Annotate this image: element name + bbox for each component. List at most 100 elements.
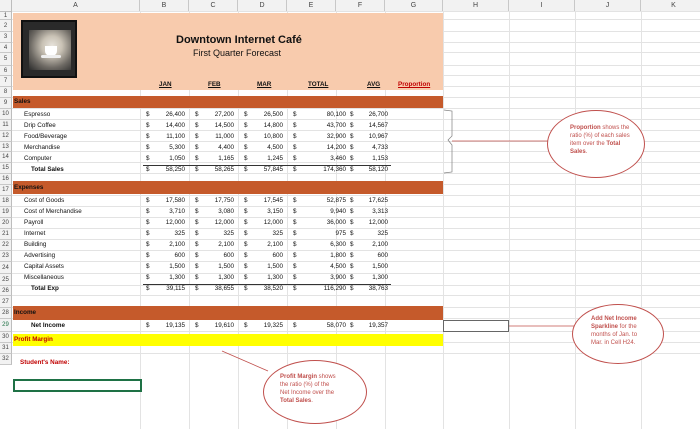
- value-cell-total[interactable]: 116,290: [324, 285, 346, 292]
- value-cell-total[interactable]: 43,700: [327, 122, 346, 129]
- value-cell-mar[interactable]: 325: [272, 230, 283, 237]
- row-header[interactable]: 13: [0, 142, 12, 152]
- value-cell-mar[interactable]: 1,245: [267, 155, 283, 162]
- value-cell-avg[interactable]: 1,300: [372, 274, 388, 281]
- value-cell-avg[interactable]: 19,357: [369, 322, 388, 329]
- row-header[interactable]: 11: [0, 120, 12, 131]
- value-cell-feb[interactable]: 12,000: [215, 219, 234, 226]
- value-cell-feb[interactable]: 14,500: [215, 122, 234, 129]
- row-header[interactable]: 24: [0, 262, 12, 274]
- value-cell-jan[interactable]: 58,250: [166, 166, 185, 173]
- row-header[interactable]: 29: [0, 319, 12, 332]
- cell-h24[interactable]: [443, 320, 509, 332]
- value-cell-avg[interactable]: 3,313: [372, 208, 388, 215]
- value-cell-feb[interactable]: 2,100: [218, 241, 234, 248]
- value-cell-avg[interactable]: 1,153: [372, 155, 388, 162]
- row-header[interactable]: 6: [0, 66, 12, 76]
- active-cell-a29[interactable]: [13, 379, 142, 392]
- row-header[interactable]: 22: [0, 240, 12, 251]
- row-header[interactable]: 12: [0, 131, 12, 142]
- row-header[interactable]: 5: [0, 53, 12, 66]
- value-cell-avg[interactable]: 58,120: [369, 166, 388, 173]
- value-cell-mar[interactable]: 17,545: [264, 197, 283, 204]
- value-cell-avg[interactable]: 17,625: [369, 197, 388, 204]
- value-cell-jan[interactable]: 5,300: [169, 144, 185, 151]
- value-cell-total[interactable]: 32,900: [327, 133, 346, 140]
- value-cell-total[interactable]: 36,000: [327, 219, 346, 226]
- row-header[interactable]: 9: [0, 98, 12, 109]
- value-cell-total[interactable]: 4,500: [330, 263, 346, 270]
- row-header[interactable]: 18: [0, 196, 12, 207]
- value-cell-mar[interactable]: 38,520: [264, 285, 283, 292]
- value-cell-total[interactable]: 6,300: [330, 241, 346, 248]
- value-cell-avg[interactable]: 10,967: [369, 133, 388, 140]
- value-cell-feb[interactable]: 600: [223, 252, 234, 259]
- row-header[interactable]: 25: [0, 274, 12, 286]
- value-cell-total[interactable]: 58,070: [327, 322, 346, 329]
- value-cell-jan[interactable]: 26,400: [166, 111, 185, 118]
- value-cell-jan[interactable]: 11,100: [166, 133, 185, 140]
- value-cell-total[interactable]: 80,100: [327, 111, 346, 118]
- value-cell-avg[interactable]: 2,100: [372, 241, 388, 248]
- row-header[interactable]: 20: [0, 218, 12, 229]
- value-cell-mar[interactable]: 26,500: [264, 111, 283, 118]
- value-cell-jan[interactable]: 14,400: [166, 122, 185, 129]
- value-cell-jan[interactable]: 3,710: [169, 208, 185, 215]
- value-cell-mar[interactable]: 1,300: [267, 274, 283, 281]
- value-cell-feb[interactable]: 1,500: [218, 263, 234, 270]
- value-cell-jan[interactable]: 325: [174, 230, 185, 237]
- row-header[interactable]: 4: [0, 43, 12, 53]
- value-cell-jan[interactable]: 12,000: [166, 219, 185, 226]
- value-cell-mar[interactable]: 1,500: [267, 263, 283, 270]
- value-cell-feb[interactable]: 58,265: [215, 166, 234, 173]
- value-cell-jan[interactable]: 39,115: [166, 285, 185, 292]
- row-header[interactable]: 23: [0, 251, 12, 262]
- row-header[interactable]: 7: [0, 76, 12, 87]
- value-cell-mar[interactable]: 19,325: [264, 322, 283, 329]
- value-cell-avg[interactable]: 4,733: [372, 144, 388, 151]
- value-cell-feb[interactable]: 27,200: [215, 111, 234, 118]
- value-cell-jan[interactable]: 1,300: [169, 274, 185, 281]
- value-cell-avg[interactable]: 12,000: [369, 219, 388, 226]
- value-cell-total[interactable]: 52,875: [327, 197, 346, 204]
- value-cell-mar[interactable]: 10,800: [264, 133, 283, 140]
- value-cell-feb[interactable]: 4,400: [218, 144, 234, 151]
- value-cell-total[interactable]: 3,460: [330, 155, 346, 162]
- row-header[interactable]: 3: [0, 32, 12, 43]
- value-cell-jan[interactable]: 600: [174, 252, 185, 259]
- row-header[interactable]: 17: [0, 185, 12, 196]
- value-cell-jan[interactable]: 19,135: [166, 322, 185, 329]
- value-cell-mar[interactable]: 4,500: [267, 144, 283, 151]
- value-cell-total[interactable]: 3,900: [330, 274, 346, 281]
- value-cell-total[interactable]: 975: [335, 230, 346, 237]
- value-cell-jan[interactable]: 2,100: [169, 241, 185, 248]
- value-cell-avg[interactable]: 14,567: [369, 122, 388, 129]
- value-cell-feb[interactable]: 19,610: [215, 322, 234, 329]
- value-cell-feb[interactable]: 11,000: [215, 133, 234, 140]
- value-cell-total[interactable]: 9,940: [330, 208, 346, 215]
- select-all-corner[interactable]: [0, 0, 12, 12]
- row-header[interactable]: 16: [0, 174, 12, 185]
- value-cell-mar[interactable]: 3,150: [267, 208, 283, 215]
- row-header[interactable]: 14: [0, 152, 12, 163]
- value-cell-total[interactable]: 1,800: [330, 252, 346, 259]
- row-header[interactable]: 30: [0, 332, 12, 343]
- value-cell-feb[interactable]: 1,165: [218, 155, 234, 162]
- value-cell-avg[interactable]: 325: [377, 230, 388, 237]
- value-cell-mar[interactable]: 12,000: [264, 219, 283, 226]
- value-cell-avg[interactable]: 38,763: [369, 285, 388, 292]
- value-cell-avg[interactable]: 1,500: [372, 263, 388, 270]
- row-header[interactable]: 8: [0, 87, 12, 98]
- value-cell-feb[interactable]: 17,750: [215, 197, 234, 204]
- row-header[interactable]: 15: [0, 163, 12, 174]
- value-cell-mar[interactable]: 14,800: [264, 122, 283, 129]
- row-header[interactable]: 1: [0, 12, 12, 20]
- value-cell-avg[interactable]: 600: [377, 252, 388, 259]
- value-cell-feb[interactable]: 1,300: [218, 274, 234, 281]
- value-cell-jan[interactable]: 1,500: [169, 263, 185, 270]
- value-cell-mar[interactable]: 57,845: [264, 166, 283, 173]
- value-cell-mar[interactable]: 600: [272, 252, 283, 259]
- row-header[interactable]: 31: [0, 343, 12, 354]
- row-header[interactable]: 27: [0, 296, 12, 308]
- value-cell-jan[interactable]: 17,580: [166, 197, 185, 204]
